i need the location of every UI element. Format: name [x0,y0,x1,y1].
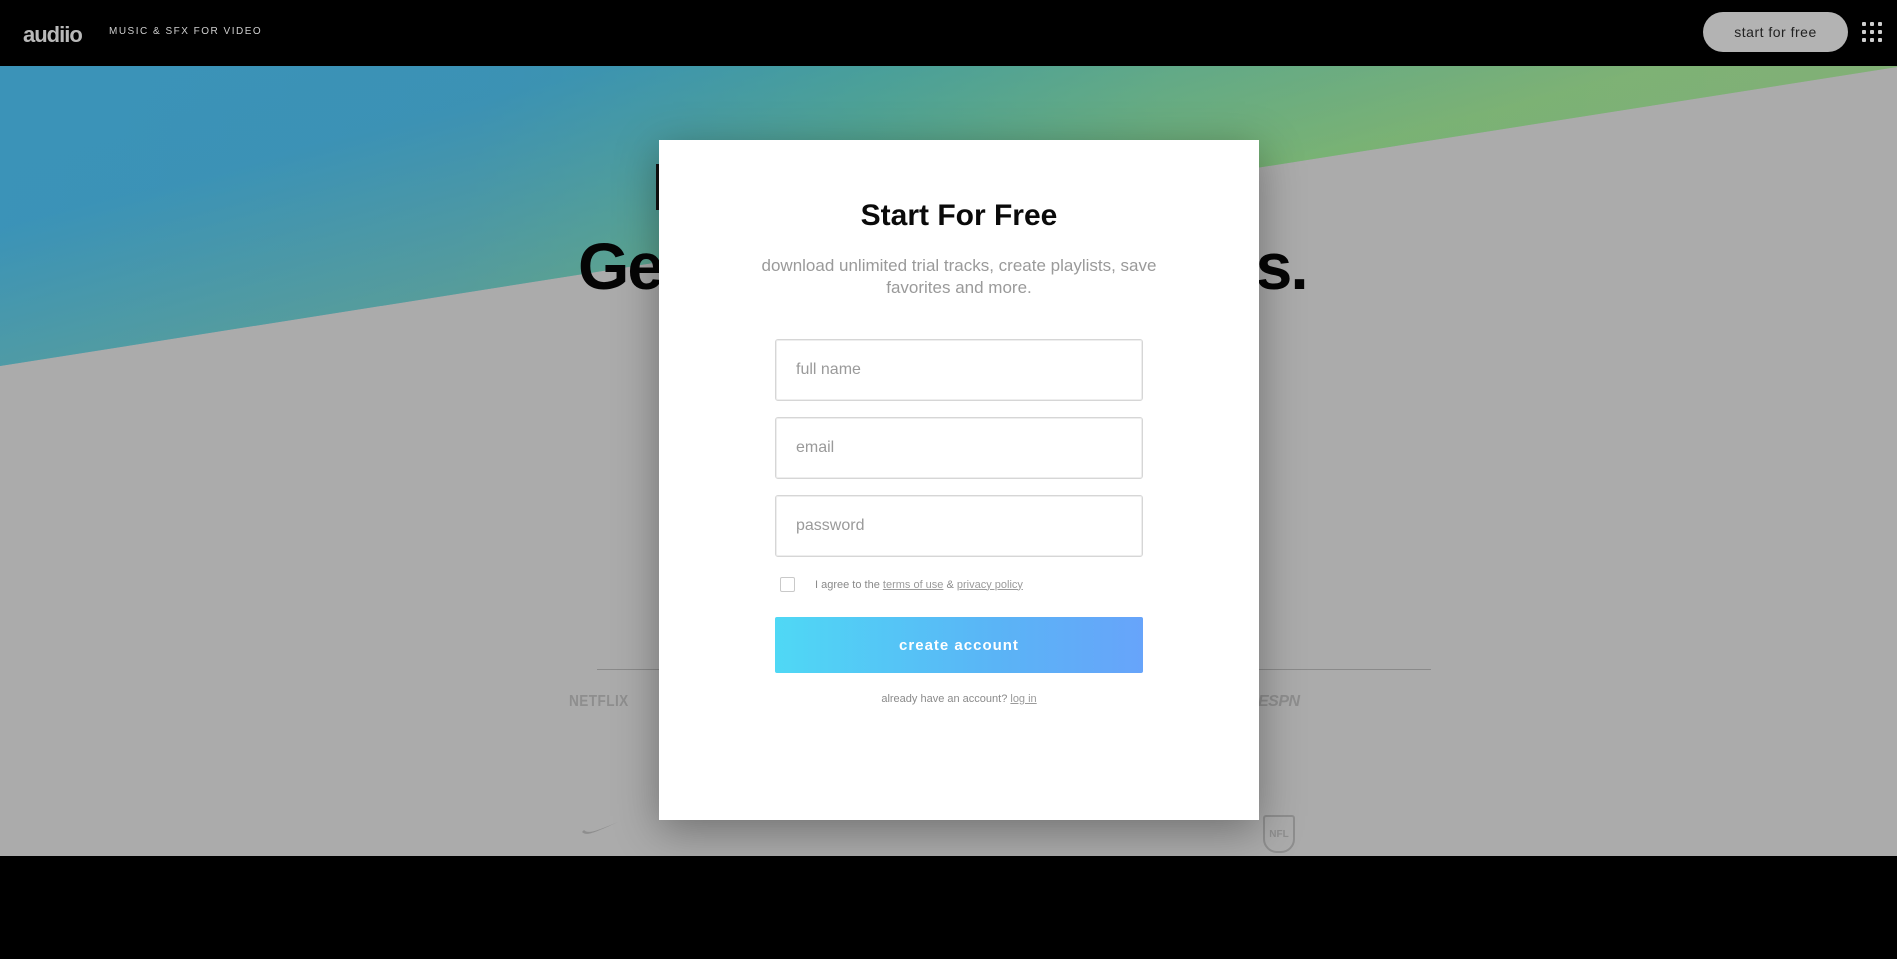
full-name-input[interactable] [776,340,1142,400]
password-input[interactable] [776,496,1142,556]
netflix-logo: NETFLIX [569,693,629,710]
privacy-policy-link[interactable]: privacy policy [957,579,1023,591]
email-field[interactable] [775,417,1143,479]
top-navigation-bar: audiio MUSIC & SFX FOR VIDEO start for f… [0,0,1897,66]
terms-agreement: I agree to the terms of use & privacy po… [780,577,1023,592]
audiio-logo[interactable]: audiio [23,22,83,48]
header-tagline: MUSIC & SFX FOR VIDEO [109,26,263,37]
agree-prefix: I agree to the [815,578,880,591]
ampersand: & [946,578,954,591]
signup-modal: Start For Free download unlimited trial … [659,140,1259,820]
email-input[interactable] [776,418,1142,478]
modal-subtitle: download unlimited trial tracks, create … [761,256,1157,297]
create-account-button[interactable]: create account [775,617,1143,673]
espn-logo: ESPN [1258,693,1300,710]
grid-menu-icon[interactable] [1862,22,1882,42]
nfl-shield-icon: NFL [1263,815,1295,853]
full-name-field[interactable] [775,339,1143,401]
nike-swoosh-icon [582,822,618,834]
login-prompt: already have an account? log in [659,693,1259,705]
password-field[interactable] [775,495,1143,557]
hero-heading-left: Ge [578,229,664,303]
modal-title: Start For Free [860,199,1058,232]
login-prefix: already have an account? [881,693,1008,705]
start-for-free-button[interactable]: start for free [1703,12,1848,52]
log-in-link[interactable]: log in [1010,693,1036,705]
bottom-black-band [0,856,1897,959]
terms-checkbox[interactable] [780,577,795,592]
terms-of-use-link[interactable]: terms of use [883,579,944,591]
